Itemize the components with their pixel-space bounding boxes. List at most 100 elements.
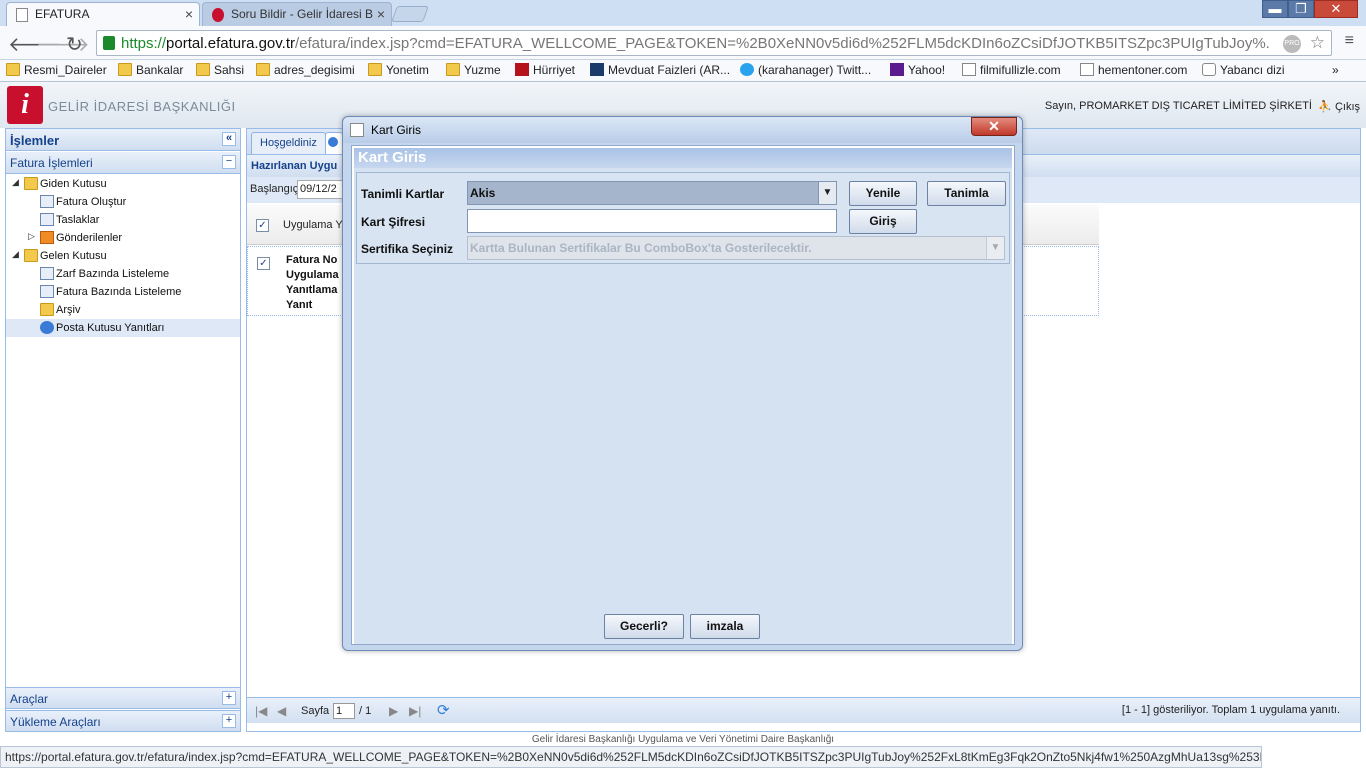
bookmark-item[interactable]: Yabancı dizi bbox=[1202, 63, 1284, 77]
bookmark-item[interactable]: Mevduat Faizleri (AR... bbox=[590, 63, 730, 77]
collapse-sidebar-button[interactable]: « bbox=[222, 132, 236, 146]
last-page-icon[interactable]: ▶| bbox=[409, 704, 421, 718]
page-icon bbox=[16, 8, 28, 22]
bookmark-item[interactable]: Bankalar bbox=[118, 63, 183, 77]
dialog-titlebar[interactable]: Kart Giris ✕ bbox=[343, 117, 1022, 143]
tab-hosgeldiniz[interactable]: Hoşgeldiniz bbox=[251, 132, 326, 154]
tanimla-button[interactable]: Tanimla bbox=[927, 181, 1006, 206]
start-date-input[interactable]: 09/12/2 bbox=[297, 180, 347, 199]
card-pin-input[interactable] bbox=[467, 209, 837, 233]
start-date-label: Başlangıç bbox=[250, 183, 299, 195]
panel-araclar[interactable]: Araçlar + bbox=[6, 687, 240, 709]
tree-item-posta-kutusu-yanitlari[interactable]: Posta Kutusu Yanıtları bbox=[6, 319, 240, 337]
yenile-button[interactable]: Yenile bbox=[849, 181, 917, 206]
bookmark-item[interactable]: Yuzme bbox=[446, 63, 501, 77]
expand-icon[interactable]: ◢ bbox=[12, 249, 19, 260]
folder-icon bbox=[24, 249, 38, 262]
restore-icon[interactable]: ❐ bbox=[1288, 0, 1314, 18]
close-tab-icon[interactable]: × bbox=[185, 6, 193, 22]
runner-icon: ⛹ bbox=[1318, 101, 1335, 113]
page-total: / 1 bbox=[359, 705, 372, 717]
yahoo-icon bbox=[890, 63, 904, 76]
folder-icon bbox=[196, 63, 210, 76]
tree-item-gonderilenler[interactable]: ▷ Gönderilenler bbox=[6, 229, 240, 247]
expand-panel-button[interactable]: + bbox=[222, 691, 236, 705]
dialog-footer: Gecerli? imzala bbox=[354, 604, 1012, 644]
extension-icon[interactable]: PRO bbox=[1283, 35, 1301, 53]
section-toggle-button[interactable]: − bbox=[222, 155, 236, 169]
folder-icon bbox=[118, 63, 132, 76]
dialog-close-button[interactable]: ✕ bbox=[971, 117, 1017, 136]
browser-tab-efatura[interactable]: EFATURA × bbox=[6, 2, 200, 26]
dialog-window-title: Kart Giris bbox=[371, 123, 422, 137]
bookmarks-overflow[interactable]: » bbox=[1332, 63, 1339, 77]
hurriyet-icon bbox=[515, 63, 529, 76]
browser-status-url: https://portal.efatura.gov.tr/efatura/in… bbox=[0, 746, 1262, 768]
row-cell: Fatura No Uygulama Yanıtlama Yanıt bbox=[286, 254, 339, 311]
row-checkbox[interactable]: ✓ bbox=[257, 257, 270, 270]
mailbox-reply-icon bbox=[328, 137, 338, 147]
expand-icon[interactable]: ◢ bbox=[12, 177, 19, 188]
tree-item-gelen-kutusu[interactable]: ◢ Gelen Kutusu bbox=[6, 247, 240, 265]
star-icon[interactable]: ☆ bbox=[1310, 33, 1325, 53]
bookmark-item[interactable]: Resmi_Daireler bbox=[6, 63, 107, 77]
browser-tab-soru-bildir[interactable]: Soru Bildir - Gelir İdaresi B × bbox=[202, 2, 392, 26]
address-bar[interactable]: https://portal.efatura.gov.tr/efatura/in… bbox=[96, 30, 1332, 56]
tree-item-fatura-bazinda[interactable]: Fatura Bazında Listeleme bbox=[6, 283, 240, 301]
tree-item-zarf-bazinda[interactable]: Zarf Bazında Listeleme bbox=[6, 265, 240, 283]
giris-button[interactable]: Giriş bbox=[849, 209, 917, 234]
new-tab-button[interactable] bbox=[391, 6, 429, 22]
chevron-down-icon[interactable]: ▼ bbox=[986, 237, 1004, 259]
bookmark-item[interactable]: Sahsi bbox=[196, 63, 244, 77]
folder-icon bbox=[446, 63, 460, 76]
refresh-icon[interactable]: ⟳ bbox=[437, 701, 450, 719]
browser-chrome: EFATURA × Soru Bildir - Gelir İdaresi B … bbox=[0, 0, 1366, 82]
panel-yukleme-araclari[interactable]: Yükleme Araçları + bbox=[6, 710, 240, 732]
minimize-icon[interactable]: ▬ bbox=[1262, 0, 1288, 18]
tab-strip: EFATURA × Soru Bildir - Gelir İdaresi B … bbox=[0, 0, 1366, 26]
card-form: Tanimli Kartlar Akis ▼ Yenile Tanimla Ka… bbox=[356, 172, 1010, 264]
tree-item-arsiv[interactable]: Arşiv bbox=[6, 301, 240, 319]
section-fatura-islemleri[interactable]: Fatura İşlemleri − bbox=[6, 152, 240, 174]
cards-combobox[interactable]: Akis ▼ bbox=[467, 181, 837, 205]
imzala-button[interactable]: imzala bbox=[690, 614, 760, 639]
logout-link[interactable]: ⛹ Çıkış bbox=[1318, 100, 1360, 113]
browser-tab-title: Soru Bildir - Gelir İdaresi B bbox=[231, 7, 374, 21]
browser-menu-icon[interactable]: ≡ bbox=[1345, 32, 1354, 50]
bookmark-item[interactable]: (karahanager) Twitt... bbox=[740, 63, 871, 77]
tree-item-taslaklar[interactable]: Taslaklar bbox=[6, 211, 240, 229]
chevron-down-icon[interactable]: ▼ bbox=[818, 182, 836, 204]
column-header[interactable]: Uygulama Y bbox=[283, 219, 343, 231]
sidebar-title: İşlemler « bbox=[6, 129, 240, 151]
mevduat-icon bbox=[590, 63, 604, 76]
tab-posta-kutusu[interactable] bbox=[325, 132, 343, 154]
expand-panel-button[interactable]: + bbox=[222, 714, 236, 728]
bookmark-item[interactable]: Yonetim bbox=[368, 63, 429, 77]
close-tab-icon[interactable]: × bbox=[377, 6, 385, 22]
gecerli-button[interactable]: Gecerli? bbox=[604, 614, 684, 639]
tree-item-fatura-olustur[interactable]: Fatura Oluştur bbox=[6, 193, 240, 211]
pagination-status: [1 - 1] gösteriliyor. Toplam 1 uygulama … bbox=[1121, 704, 1340, 716]
bookmark-item[interactable]: Hürriyet bbox=[515, 63, 575, 77]
folder-icon bbox=[256, 63, 270, 76]
select-all-checkbox[interactable]: ✓ bbox=[256, 219, 269, 232]
reload-icon[interactable]: ↻ bbox=[66, 32, 83, 57]
bookmark-item[interactable]: hementoner.com bbox=[1080, 63, 1187, 77]
address-url: https://portal.efatura.gov.tr/efatura/in… bbox=[121, 35, 1270, 52]
cert-combobox[interactable]: Kartta Bulunan Sertifikalar Bu ComboBox'… bbox=[467, 236, 1005, 260]
page-input[interactable]: 1 bbox=[333, 703, 355, 719]
bookmark-item[interactable]: filmifullizle.com bbox=[962, 63, 1061, 77]
mailbox-reply-icon bbox=[40, 321, 54, 334]
bookmark-item[interactable]: adres_degisimi bbox=[256, 63, 355, 77]
window-close-icon[interactable]: ✕ bbox=[1314, 0, 1358, 18]
tree-item-giden-kutusu[interactable]: ◢ Giden Kutusu bbox=[6, 175, 240, 193]
cert-label: Sertifika Seçiniz bbox=[361, 242, 454, 256]
envelope-list-icon bbox=[40, 267, 54, 280]
expand-icon[interactable]: ▷ bbox=[28, 231, 35, 242]
bookmark-item[interactable]: Yahoo! bbox=[890, 63, 945, 77]
next-page-icon[interactable]: ▶ bbox=[389, 704, 398, 718]
prev-page-icon[interactable]: ◀ bbox=[277, 704, 286, 718]
sidebar: İşlemler « Fatura İşlemleri − ◢ Giden Ku… bbox=[5, 128, 241, 732]
gib-icon bbox=[212, 8, 224, 22]
first-page-icon[interactable]: |◀ bbox=[255, 704, 267, 718]
